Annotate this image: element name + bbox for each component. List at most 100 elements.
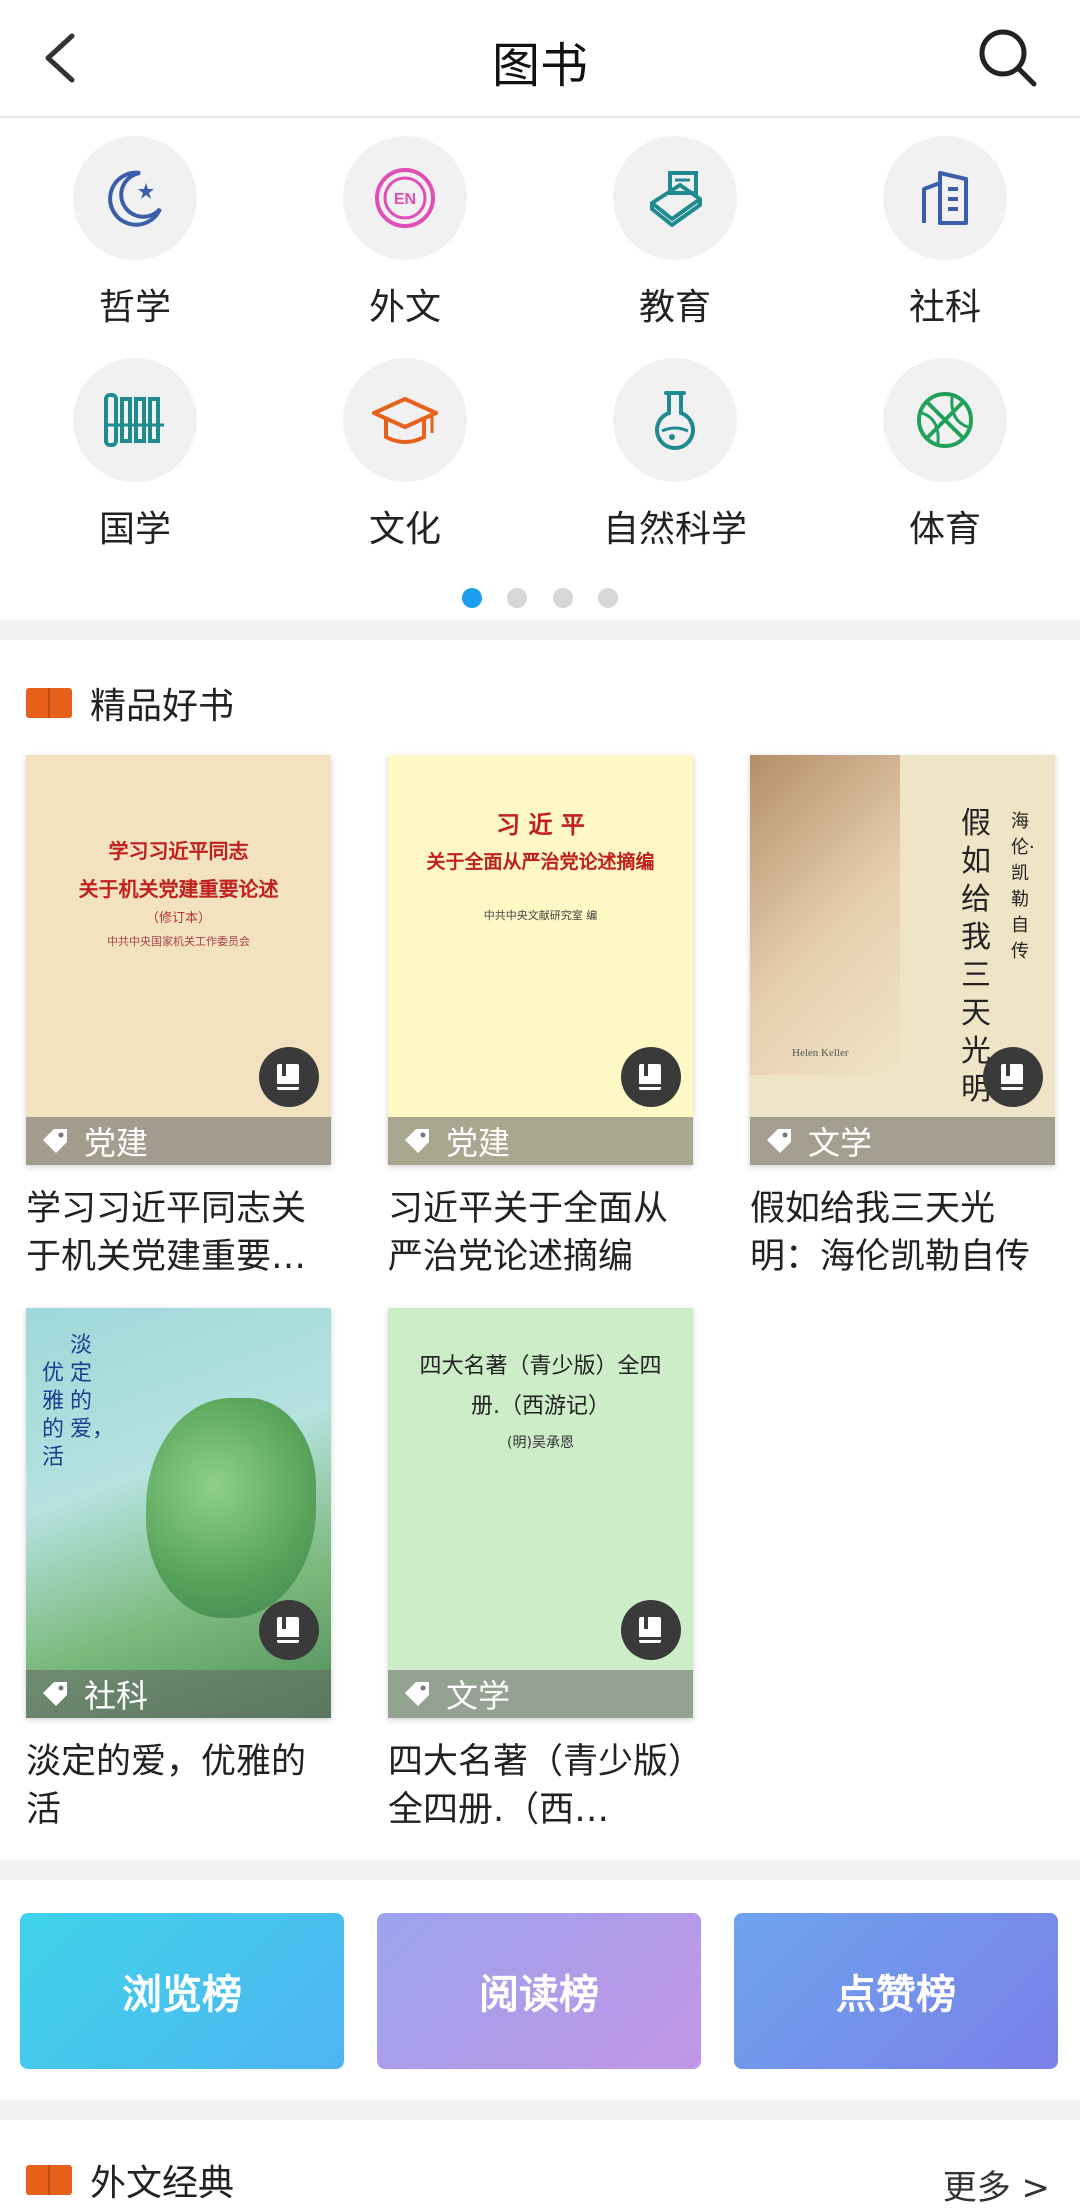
section-header-featured: 精品好书 [26,675,234,731]
cover-author: Helen Keller [792,1047,849,1059]
category-sports[interactable]: 体育 [845,358,1045,558]
category-tag: 党建 [26,1117,331,1165]
read-badge[interactable] [259,1600,319,1660]
category-label: 社科 [908,287,981,328]
section-divider [0,620,1080,640]
page-dot[interactable] [462,588,483,608]
category-tag: 党建 [388,1117,693,1165]
tag-icon [405,1682,429,1706]
open-book-icon [26,2165,72,2195]
category-icon-bg [73,358,197,482]
tag-icon [767,1129,791,1153]
category-foreign[interactable]: EN 外文 [305,136,505,336]
category-label: 教育 [638,287,711,328]
cover-title: 优雅的活 [42,1361,65,1470]
book-card[interactable]: 四大名著（青少版）全四 册.（西游记） (明)吴承恩 文学 四大名著（青少版）全… [388,1308,693,1834]
tag-label: 文学 [808,1124,873,1162]
category-label: 哲学 [98,287,171,328]
tag-icon [43,1129,67,1153]
section-title: 精品好书 [90,686,235,727]
more-link[interactable]: 更多 > [943,2160,1050,2209]
category-natural-science[interactable]: 自然科学 [575,358,775,558]
book-card[interactable]: 习 近 平 关于全面从严治党论述摘编 中共中央文献研究室 编 党建 习近平关于全… [388,755,693,1281]
book-title: 淡定的爱，优雅的活 [26,1742,307,1830]
read-badge[interactable] [621,1047,681,1107]
section-header-foreign: 外文经典 [26,2152,234,2208]
like-ranking-button[interactable]: 点赞榜 [734,1913,1058,2069]
category-icon-bg [343,358,467,482]
search-button[interactable] [976,26,1040,90]
cover-title: 关于全面从严治党论述摘编 [426,851,655,873]
page-dot[interactable] [597,588,618,608]
cover-author: 中共中央国家机关工作委员会 [107,935,250,948]
section-divider [0,2100,1080,2120]
eng-badge-icon: EN [375,168,435,228]
book-icon [650,171,702,227]
book-title: 习近平关于全面从严治党论述摘编 [388,1189,669,1277]
search-icon [979,29,1037,87]
book-card[interactable]: 假如给我三天光明 海伦·凯勒自传 Helen Keller 文学 假如给我三天光… [750,755,1055,1281]
category-tag: 文学 [750,1117,1055,1165]
category-philosophy[interactable]: 哲学 [35,136,235,336]
top-bar: 图书 [0,0,1080,118]
cover-title: 四大名著（青少版）全四 [419,1354,662,1379]
book-title: 学习习近平同志关于机关党建重要… [26,1189,307,1277]
category-icon-bg [883,136,1007,260]
ranking-label: 点赞榜 [836,1972,956,2018]
page-title: 图书 [491,38,588,94]
category-icon-bg [613,136,737,260]
tag-label: 党建 [446,1124,511,1162]
page-dot[interactable] [507,588,528,608]
section-divider [0,1860,1080,1880]
category-tag: 社科 [26,1670,331,1718]
book-cover: 习 近 平 关于全面从严治党论述摘编 中共中央文献研究室 编 党建 [388,755,693,1165]
building-icon [922,171,968,225]
browse-ranking-button[interactable]: 浏览榜 [20,1913,344,2069]
cover-title: 关于机关党建重要论述 [78,877,279,901]
read-book-icon [639,1064,661,1090]
read-book-icon [277,1064,299,1090]
book-cover: 淡定的爱， 优雅的活 社科 [26,1308,331,1718]
category-icon-bg [883,358,1007,482]
category-icon-bg [613,358,737,482]
book-card[interactable]: 淡定的爱， 优雅的活 社科 淡定的爱，优雅的活 [26,1308,331,1834]
book-cover: 学习习近平同志 关于机关党建重要论述 （修订本） 中共中央国家机关工作委员会 党… [26,755,331,1165]
category-grid: 哲学 EN 外文 教育 社科 国学 文化 自然科学 体育 [0,118,1080,618]
book-cover: 假如给我三天光明 海伦·凯勒自传 Helen Keller 文学 [750,755,1055,1165]
read-badge[interactable] [983,1047,1043,1107]
cover-title: 淡定的爱， [70,1333,115,1442]
basketball-icon [917,392,973,448]
section-title: 外文经典 [90,2163,235,2204]
read-badge[interactable] [621,1600,681,1660]
book-card[interactable]: 学习习近平同志 关于机关党建重要论述 （修订本） 中共中央国家机关工作委员会 党… [26,755,331,1281]
category-label: 文化 [368,509,441,550]
tag-icon [405,1129,429,1153]
category-icon-bg [73,136,197,260]
category-label: 体育 [908,509,981,550]
read-ranking-button[interactable]: 阅读榜 [377,1913,701,2069]
category-sinology[interactable]: 国学 [35,358,235,558]
cover-note: （修订本） [145,911,211,926]
ranking-label: 浏览榜 [122,1972,242,2018]
category-label: 自然科学 [602,509,747,550]
read-book-icon [639,1617,661,1643]
cover-title: 册.（西游记） [471,1394,610,1419]
category-label: 国学 [98,509,171,550]
cover-subtitle: 海伦·凯勒自传 [1011,811,1035,962]
open-book-icon [26,688,72,718]
category-social-science[interactable]: 社科 [845,136,1045,336]
cover-author: 中共中央文献研究室 编 [483,909,598,922]
read-book-icon [277,1617,299,1643]
category-culture[interactable]: 文化 [305,358,505,558]
tag-label: 社科 [84,1677,149,1715]
page-indicator [0,588,1080,612]
leaves-illustration [146,1398,316,1618]
graduation-cap-icon [372,397,438,444]
cover-title: 学习习近平同志 [108,839,249,863]
category-label: 外文 [368,287,441,328]
book-title: 四大名著（青少版）全四册.（西… [388,1742,686,1830]
page-dot[interactable] [552,588,573,608]
tag-label: 党建 [84,1124,149,1162]
read-badge[interactable] [259,1047,319,1107]
category-education[interactable]: 教育 [575,136,775,336]
